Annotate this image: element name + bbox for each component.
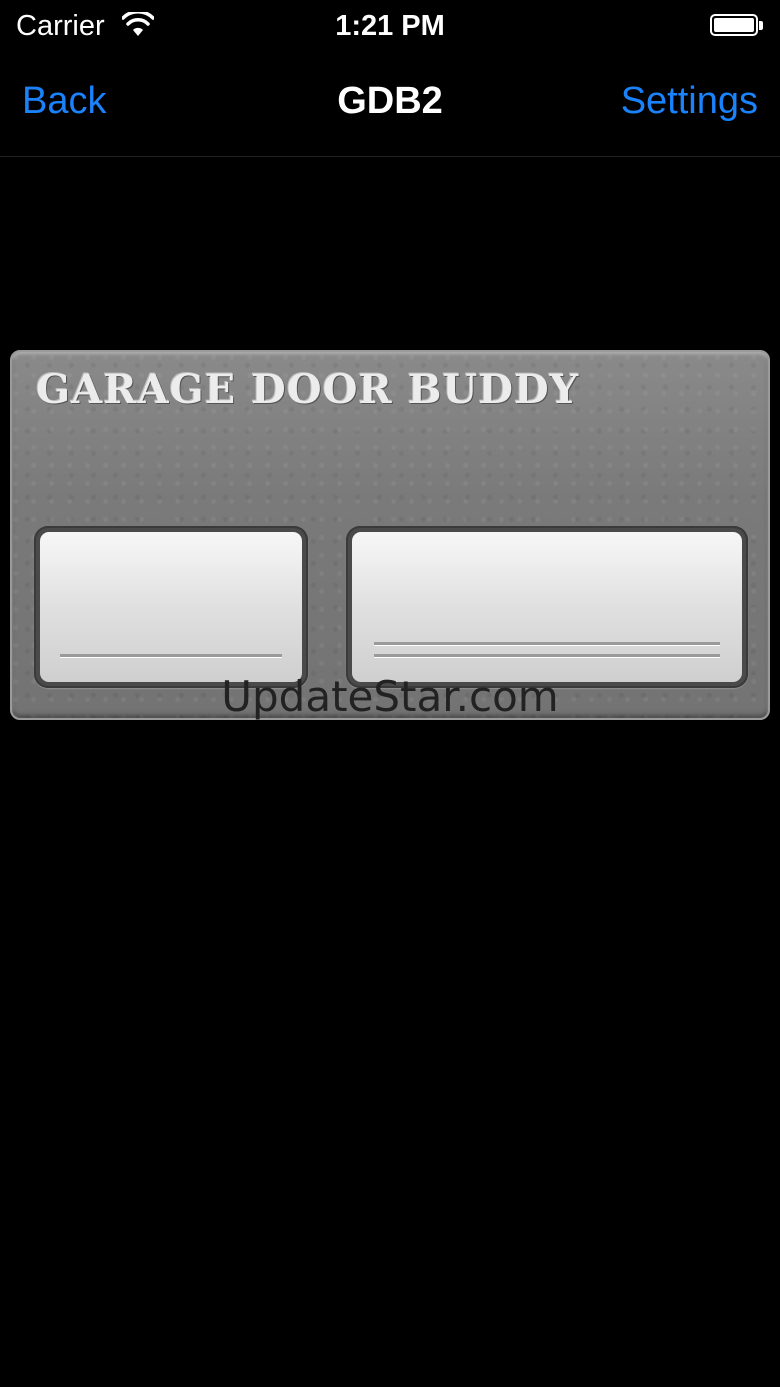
status-bar: Carrier 1:21 PM — [0, 0, 780, 54]
door-2-line-bottom — [374, 654, 720, 658]
garage-door-panel: GARAGE DOOR BUDDY — [10, 350, 770, 720]
panel-logo: GARAGE DOOR BUDDY — [36, 366, 580, 413]
settings-button[interactable]: Settings — [621, 80, 758, 123]
status-time: 1:21 PM — [335, 10, 445, 42]
garage-door-2-button[interactable] — [346, 526, 748, 688]
door-1-face — [40, 532, 302, 682]
door-2-face — [352, 532, 742, 682]
garage-door-1-button[interactable] — [34, 526, 308, 688]
door-1-line — [60, 654, 282, 658]
watermark-text: UpdateStar.com — [221, 672, 559, 721]
battery-icon — [710, 14, 766, 38]
navigation-bar: Back GDB2 Settings — [0, 54, 780, 157]
door-2-line-top — [374, 642, 720, 646]
